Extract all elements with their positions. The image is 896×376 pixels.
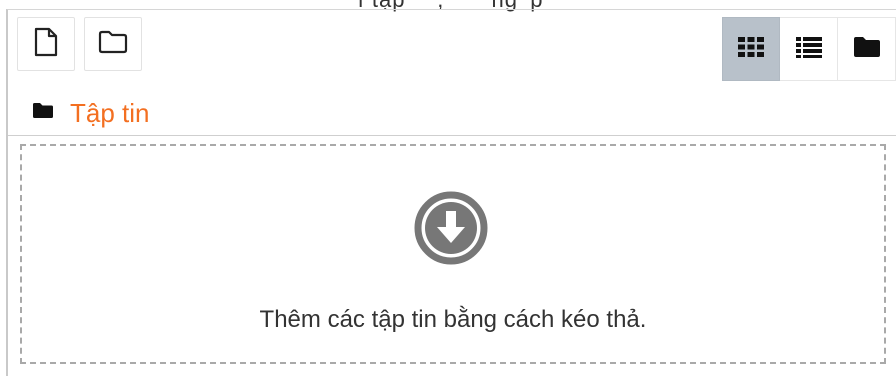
thumbnails-view-button[interactable] (722, 17, 780, 81)
folder-solid-icon (32, 102, 54, 124)
toolbar-divider (8, 135, 896, 136)
list-icon (795, 36, 823, 63)
view-mode-group (722, 17, 896, 81)
path-root-link[interactable]: Tập tin (70, 98, 150, 129)
create-folder-button[interactable] (84, 17, 142, 71)
file-manager-toolbar (8, 10, 896, 90)
download-circle-icon (414, 191, 488, 265)
add-file-button[interactable] (17, 17, 75, 71)
tree-view-button[interactable] (838, 17, 896, 81)
dropzone-message: Thêm các tập tin bằng cách kéo thả. (259, 306, 647, 333)
grid-icon (737, 36, 765, 63)
folder-icon (98, 30, 128, 59)
file-picker-page: 'ì tập ' ' , ' ` ̈ 'ng 'p (0, 0, 896, 376)
file-dropzone[interactable]: Thêm các tập tin bằng cách kéo thả. (20, 144, 886, 364)
folder-solid-icon (853, 36, 881, 63)
file-icon (34, 27, 58, 62)
list-view-button[interactable] (780, 17, 838, 81)
path-breadcrumb: Tập tin (32, 96, 150, 130)
